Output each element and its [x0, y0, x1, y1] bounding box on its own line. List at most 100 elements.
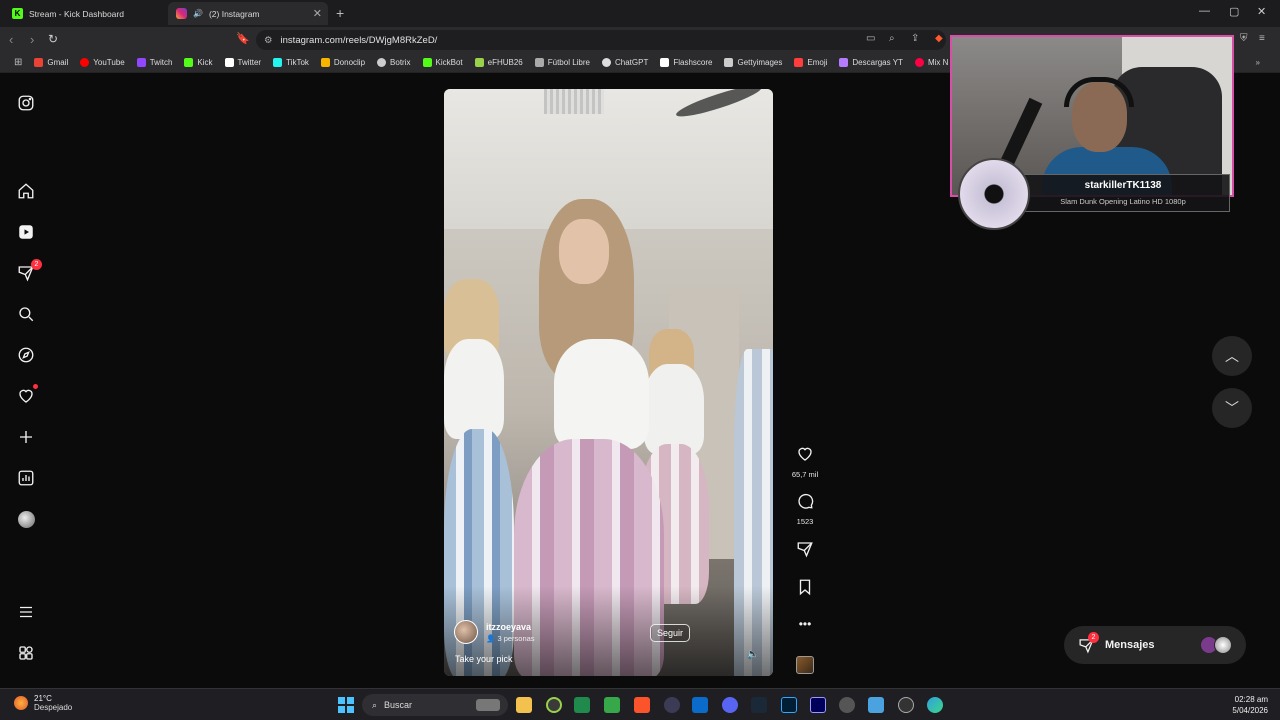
author-username[interactable]: itzzoeyava — [486, 622, 535, 632]
cast-icon[interactable]: ▭ — [866, 33, 875, 44]
bookmark-youtube[interactable]: YouTube — [74, 58, 130, 67]
bookmark-kick[interactable]: Kick — [178, 58, 218, 67]
bookmark-icon[interactable]: 🔖 — [236, 32, 250, 45]
photoshop-icon[interactable] — [781, 697, 797, 713]
play-app-icon[interactable] — [898, 697, 914, 713]
tab-instagram[interactable]: 🔊 (2) Instagram ✕ — [168, 2, 328, 25]
instagram-logo-icon[interactable] — [16, 93, 36, 113]
minimize-button[interactable]: — — [1199, 5, 1210, 17]
url-field[interactable]: ⚙ instagram.com/reels/DWjgM8RkZeD/ — [256, 30, 946, 50]
discord-icon[interactable] — [722, 697, 738, 713]
previous-reel-button[interactable]: ︿ — [1212, 336, 1252, 376]
tab-kick-dashboard[interactable]: K Stream - Kick Dashboard — [4, 2, 164, 25]
tab-title: (2) Instagram — [208, 8, 260, 19]
send-icon — [797, 542, 813, 558]
calculator-icon[interactable] — [692, 697, 708, 713]
app-icon[interactable] — [604, 697, 620, 713]
reel-author[interactable]: itzzoeyava 👤 3 personas — [454, 620, 535, 644]
url-text: instagram.com/reels/DWjgM8RkZeD/ — [280, 34, 438, 46]
messages-label: Mensajes — [1105, 639, 1155, 651]
reels-icon[interactable] — [16, 222, 36, 242]
system-clock[interactable]: 02:28 am 5/04/2026 — [1232, 694, 1268, 716]
search-icon[interactable] — [16, 304, 36, 324]
forward-icon[interactable]: › — [30, 32, 34, 47]
dashboard-icon[interactable] — [16, 468, 36, 488]
notification-dot — [33, 384, 38, 389]
comment-count: 1523 — [796, 517, 814, 526]
share-icon[interactable]: ⇪ — [911, 33, 919, 44]
brave-shield-icon[interactable]: ◆ — [935, 33, 943, 44]
create-plus-icon[interactable] — [16, 427, 36, 447]
explore-icon[interactable] — [16, 345, 36, 365]
bookmark-efhub26[interactable]: eFHUB26 — [469, 58, 529, 67]
bookmark-mix[interactable]: Mix N — [909, 58, 954, 67]
notifications-heart-icon[interactable] — [16, 384, 38, 406]
maximize-button[interactable]: ▢ — [1229, 5, 1239, 18]
more-bookmarks-icon[interactable]: » — [1250, 58, 1266, 67]
conversation-avatar — [1214, 636, 1232, 654]
media-player-icon[interactable] — [664, 697, 680, 713]
close-window-button[interactable]: ✕ — [1257, 5, 1266, 18]
vpn-icon[interactable]: ⛨ — [1240, 33, 1248, 44]
messages-nav-badge: 2 — [31, 259, 42, 270]
people-icon: 👤 — [486, 633, 498, 643]
also-from-meta-icon[interactable] — [16, 643, 36, 663]
profile-avatar[interactable] — [16, 509, 36, 529]
bookmark-emoji[interactable]: Emoji — [788, 58, 833, 67]
weather-widget[interactable]: 21°C Despejado — [14, 694, 72, 712]
video-person-main — [554, 339, 649, 449]
reel-video[interactable]: itzzoeyava 👤 3 personas Seguir Take your… — [444, 89, 773, 676]
settings-gear-icon[interactable] — [839, 697, 855, 713]
bookmark-botrix[interactable]: Botrix — [371, 58, 416, 67]
site-settings-icon[interactable]: ⚙ — [264, 35, 273, 46]
original-audio-thumbnail[interactable] — [796, 656, 814, 674]
next-reel-button[interactable]: ﹀ — [1212, 388, 1252, 428]
clock-time: 02:28 am — [1234, 695, 1268, 704]
more-options-button[interactable]: ••• — [786, 617, 824, 631]
new-tab-button[interactable]: + — [336, 5, 344, 21]
bookmark-flashscore[interactable]: Flashscore — [654, 58, 718, 67]
apps-icon[interactable]: ⊞ — [8, 57, 28, 68]
bookmark-donoclip[interactable]: Donoclip — [315, 58, 371, 67]
author-avatar[interactable] — [454, 620, 478, 644]
zoom-icon[interactable]: ⌕ — [889, 33, 895, 44]
bookmark-futbol-libre[interactable]: Fútbol Libre — [529, 58, 596, 67]
bookmark-kickbot[interactable]: KickBot — [417, 58, 469, 67]
follow-button[interactable]: Seguir — [650, 624, 691, 642]
bookmark-save-icon — [799, 579, 811, 596]
file-explorer-icon[interactable] — [516, 697, 532, 713]
steam-icon[interactable] — [751, 697, 767, 713]
spreadsheet-app-icon[interactable] — [574, 697, 590, 713]
volume-icon[interactable]: 🔈 — [747, 649, 759, 660]
start-button[interactable] — [338, 697, 354, 713]
edge-browser-icon[interactable] — [927, 697, 943, 713]
bookmark-tiktok[interactable]: TikTok — [267, 58, 315, 67]
bookmark-gmail[interactable]: Gmail — [28, 58, 74, 67]
home-icon[interactable] — [16, 181, 36, 201]
menu-icon[interactable]: ≡ — [1259, 33, 1265, 44]
messages-button[interactable]: 2 Mensajes — [1064, 626, 1246, 664]
save-button[interactable] — [786, 578, 824, 601]
notepad-icon[interactable] — [868, 697, 884, 713]
app-icon[interactable] — [546, 697, 562, 713]
like-button[interactable]: 65,7 mil — [786, 445, 824, 479]
bookmark-gettyimages[interactable]: Gettyimages — [718, 58, 788, 67]
bookmark-twitch[interactable]: Twitch — [131, 58, 179, 67]
bookmark-twitter[interactable]: Twitter — [219, 58, 268, 67]
messages-nav-icon[interactable]: 2 — [16, 259, 42, 283]
search-icon: ⌕ — [372, 699, 378, 710]
speaker-icon[interactable]: 🔊 — [193, 9, 203, 18]
bookmark-chatgpt[interactable]: ChatGPT — [596, 58, 654, 67]
back-icon[interactable]: ‹ — [9, 32, 13, 47]
comment-button[interactable]: 1523 — [786, 492, 824, 526]
taskbar-search[interactable]: ⌕ Buscar — [362, 694, 508, 716]
close-tab-icon[interactable]: ✕ — [313, 7, 322, 20]
share-button[interactable] — [786, 540, 824, 563]
reel-caption[interactable]: Take your pick — [455, 654, 513, 664]
premiere-icon[interactable] — [810, 697, 826, 713]
brave-browser-icon[interactable] — [634, 697, 650, 713]
tab-bar: K Stream - Kick Dashboard 🔊 (2) Instagra… — [0, 0, 1280, 27]
reload-icon[interactable]: ↻ — [48, 32, 58, 46]
bookmark-descargas-yt[interactable]: Descargas YT — [833, 58, 909, 67]
more-menu-icon[interactable] — [16, 602, 36, 622]
